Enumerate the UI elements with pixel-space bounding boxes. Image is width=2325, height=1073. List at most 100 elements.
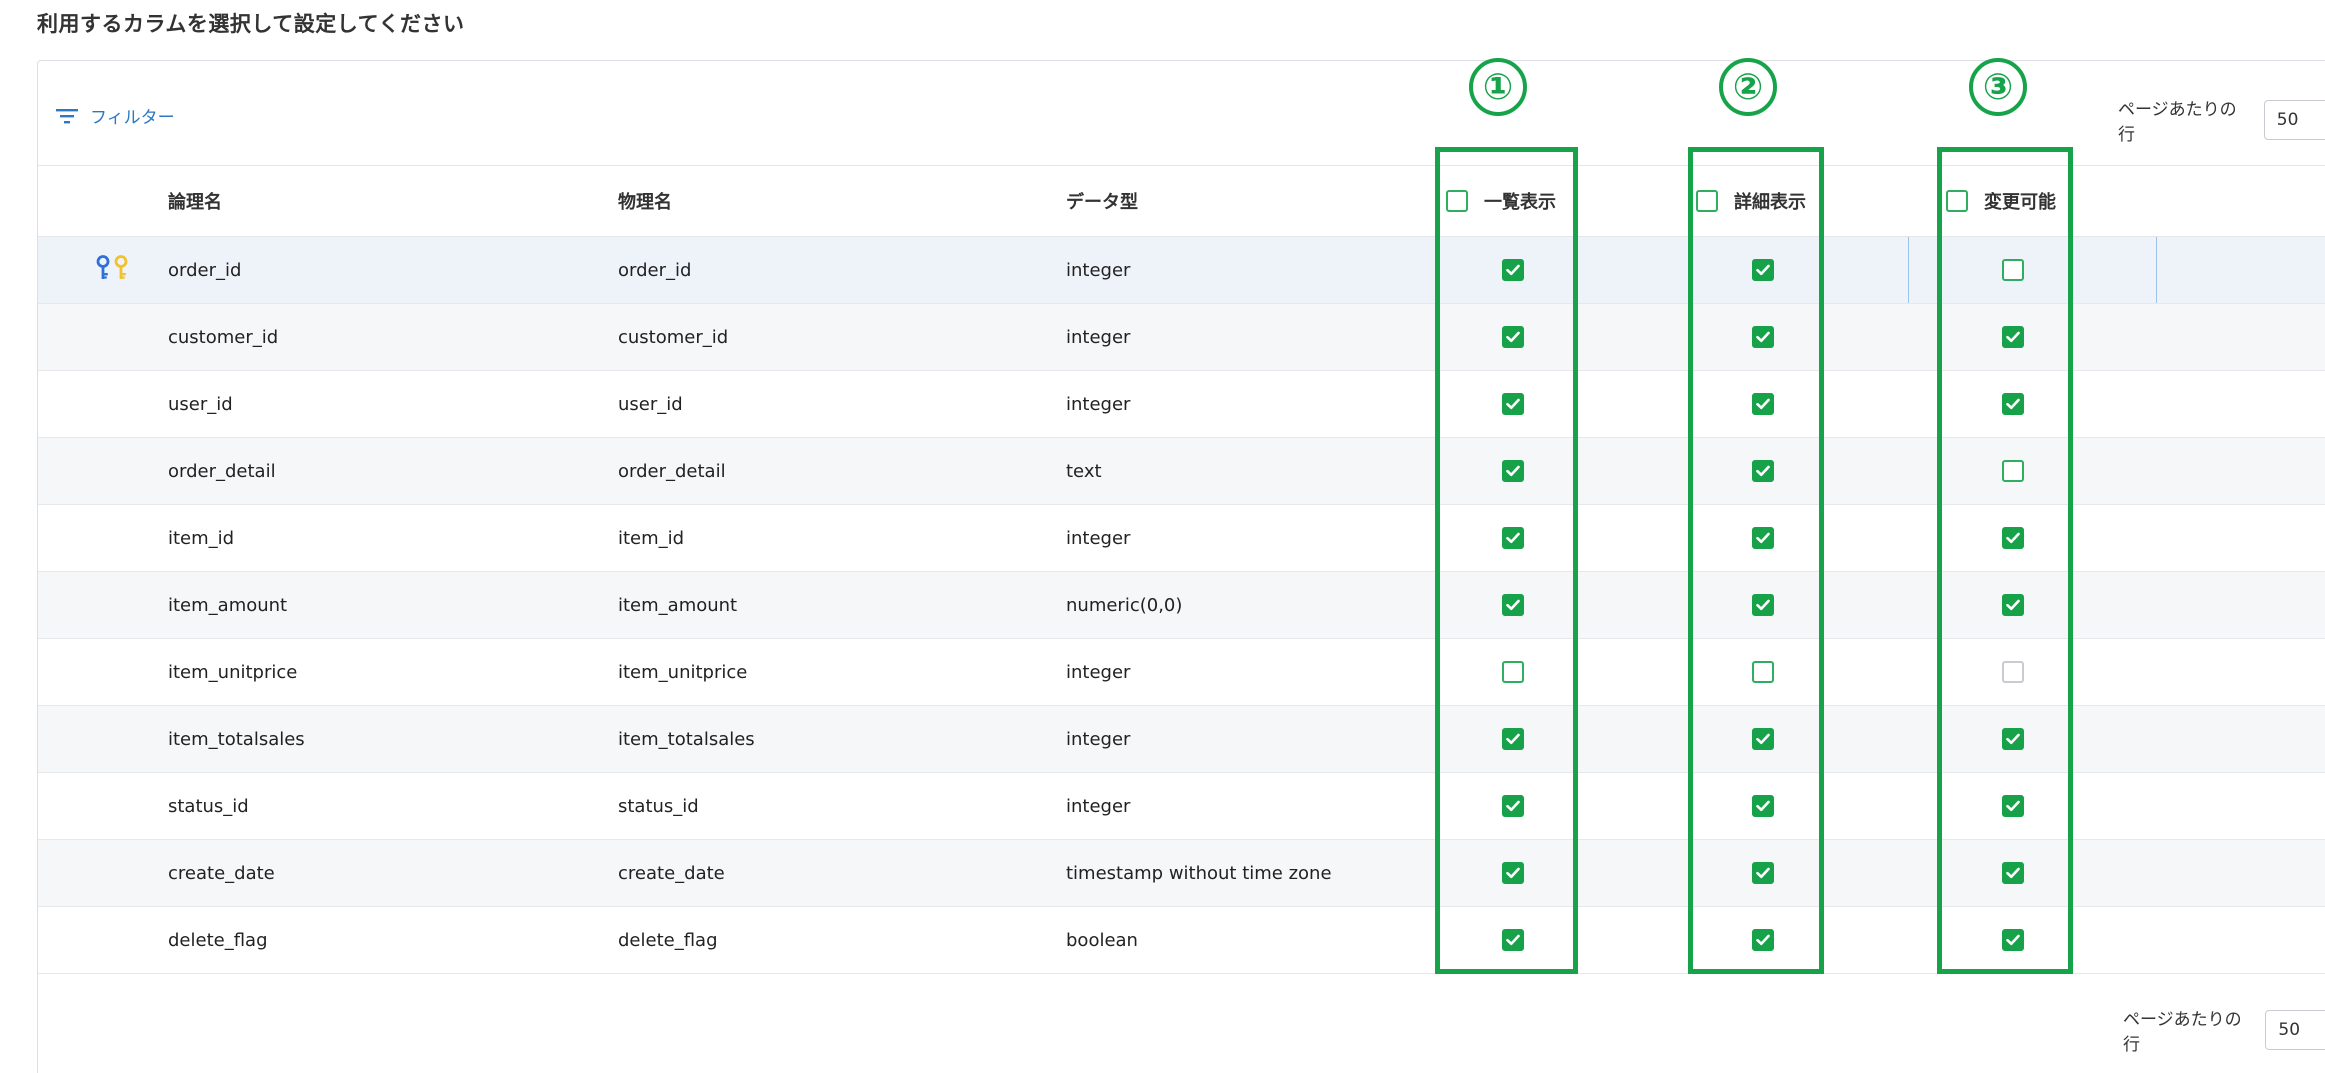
detail-display-cell <box>1696 906 1946 974</box>
cell-logical-name: status_id <box>168 772 618 840</box>
table-row[interactable]: status_id status_id integer <box>38 772 2325 840</box>
rows-per-page-select[interactable]: 50 <box>2263 100 2325 140</box>
list-display-checkbox[interactable] <box>1502 594 1524 616</box>
cell-data-type: integer <box>1066 303 1446 371</box>
cell-logical-name: item_id <box>168 504 618 572</box>
list-display-checkbox[interactable] <box>1502 326 1524 348</box>
list-display-cell <box>1446 571 1696 639</box>
table-row[interactable]: user_id user_id integer <box>38 370 2325 438</box>
key-icon <box>114 254 128 286</box>
editable-checkbox[interactable] <box>2002 527 2024 549</box>
editable-cell <box>1946 772 2325 840</box>
list-display-cell <box>1446 772 1696 840</box>
header-detail-display: 詳細表示 <box>1696 165 1946 237</box>
cell-logical-name: item_totalsales <box>168 705 618 773</box>
table-row[interactable]: item_amount item_amount numeric(0,0) <box>38 571 2325 639</box>
editable-checkbox[interactable] <box>2002 326 2024 348</box>
table-row[interactable]: item_id item_id integer <box>38 504 2325 572</box>
list-display-checkbox[interactable] <box>1502 929 1524 951</box>
detail-display-checkbox[interactable] <box>1752 594 1774 616</box>
detail-display-checkbox[interactable] <box>1752 259 1774 281</box>
table-row[interactable]: item_unitprice item_unitprice integer <box>38 638 2325 706</box>
header-detail-display-label: 詳細表示 <box>1734 192 1806 213</box>
detail-display-checkbox[interactable] <box>1752 862 1774 884</box>
table-row[interactable]: create_date create_date timestamp without … <box>38 839 2325 907</box>
cell-data-type: integer <box>1066 370 1446 438</box>
list-display-cell <box>1446 839 1696 907</box>
list-display-checkbox[interactable] <box>1502 259 1524 281</box>
detail-display-checkbox[interactable] <box>1752 527 1774 549</box>
cell-logical-name: order_id <box>168 236 618 304</box>
detail-display-checkbox[interactable] <box>1752 326 1774 348</box>
header-editable-label: 変更可能 <box>1984 192 2056 213</box>
cell-physical-name: user_id <box>618 370 1066 438</box>
editable-cell <box>1946 437 2325 505</box>
list-display-cell <box>1446 370 1696 438</box>
cell-physical-name: order_id <box>618 236 1066 304</box>
list-display-checkbox[interactable] <box>1502 527 1524 549</box>
list-display-checkbox[interactable] <box>1502 728 1524 750</box>
select-all-list-display-checkbox[interactable] <box>1446 190 1468 212</box>
detail-display-checkbox[interactable] <box>1752 661 1774 683</box>
cell-physical-name: item_amount <box>618 571 1066 639</box>
editable-checkbox[interactable] <box>2002 929 2024 951</box>
editable-checkbox[interactable] <box>2002 862 2024 884</box>
detail-display-checkbox[interactable] <box>1752 460 1774 482</box>
key-icon <box>96 254 110 286</box>
table-row[interactable]: order_detail order_detail text <box>38 437 2325 505</box>
cell-data-type: integer <box>1066 504 1446 572</box>
list-display-checkbox[interactable] <box>1502 393 1524 415</box>
editable-checkbox <box>2002 661 2024 683</box>
editable-checkbox[interactable] <box>2002 460 2024 482</box>
rows-per-page-top: ページあたりの行 50 <box>2118 95 2325 145</box>
rows-per-page-bottom: ページあたりの行 50 <box>2123 1005 2325 1055</box>
detail-display-checkbox[interactable] <box>1752 393 1774 415</box>
detail-display-checkbox[interactable] <box>1752 929 1774 951</box>
list-display-checkbox[interactable] <box>1502 661 1524 683</box>
cell-physical-name: item_totalsales <box>618 705 1066 773</box>
select-all-editable-checkbox[interactable] <box>1946 190 1968 212</box>
cell-physical-name: item_unitprice <box>618 638 1066 706</box>
cell-logical-name: item_amount <box>168 571 618 639</box>
filter-label: フィルター <box>90 108 175 128</box>
cell-data-type: numeric(0,0) <box>1066 571 1446 639</box>
header-physical-name: 物理名 <box>618 165 1066 237</box>
detail-display-checkbox[interactable] <box>1752 728 1774 750</box>
detail-display-cell <box>1696 705 1946 773</box>
cell-data-type: integer <box>1066 772 1446 840</box>
rows-per-page-label-bottom: ページあたりの行 <box>2123 1010 2242 1055</box>
select-all-detail-display-checkbox[interactable] <box>1696 190 1718 212</box>
detail-display-cell <box>1696 504 1946 572</box>
key-cell <box>38 705 168 773</box>
list-display-cell <box>1446 906 1696 974</box>
table-row[interactable]: customer_id customer_id integer <box>38 303 2325 371</box>
rows-per-page-select-bottom[interactable]: 50 <box>2265 1010 2325 1050</box>
list-display-checkbox[interactable] <box>1502 795 1524 817</box>
detail-display-checkbox[interactable] <box>1752 795 1774 817</box>
cell-data-type: boolean <box>1066 906 1446 974</box>
list-display-checkbox[interactable] <box>1502 862 1524 884</box>
table-row[interactable]: item_totalsales item_totalsales integer <box>38 705 2325 773</box>
table-body: order_id order_id integer customer_id custom… <box>38 236 2325 974</box>
filter-button[interactable]: フィルター <box>56 103 175 128</box>
header-list-display-label: 一覧表示 <box>1484 192 1556 213</box>
editable-checkbox[interactable] <box>2002 594 2024 616</box>
detail-display-cell <box>1696 571 1946 639</box>
rows-per-page-label: ページあたりの行 <box>2118 100 2237 145</box>
header-editable: 変更可能 <box>1946 165 2325 237</box>
editable-checkbox[interactable] <box>2002 795 2024 817</box>
table-row[interactable]: delete_flag delete_flag boolean <box>38 906 2325 974</box>
editable-cell <box>1946 571 2325 639</box>
list-display-checkbox[interactable] <box>1502 460 1524 482</box>
list-display-cell <box>1446 705 1696 773</box>
annotation-marker-3: ③ <box>1969 58 2027 116</box>
cell-data-type: integer <box>1066 705 1446 773</box>
editable-checkbox[interactable] <box>2002 393 2024 415</box>
editable-checkbox[interactable] <box>2002 259 2024 281</box>
detail-display-cell <box>1696 303 1946 371</box>
header-spacer <box>38 165 168 237</box>
editable-checkbox[interactable] <box>2002 728 2024 750</box>
cell-logical-name: delete_flag <box>168 906 618 974</box>
row-divider <box>2156 237 2157 303</box>
table-row[interactable]: order_id order_id integer <box>38 236 2325 304</box>
